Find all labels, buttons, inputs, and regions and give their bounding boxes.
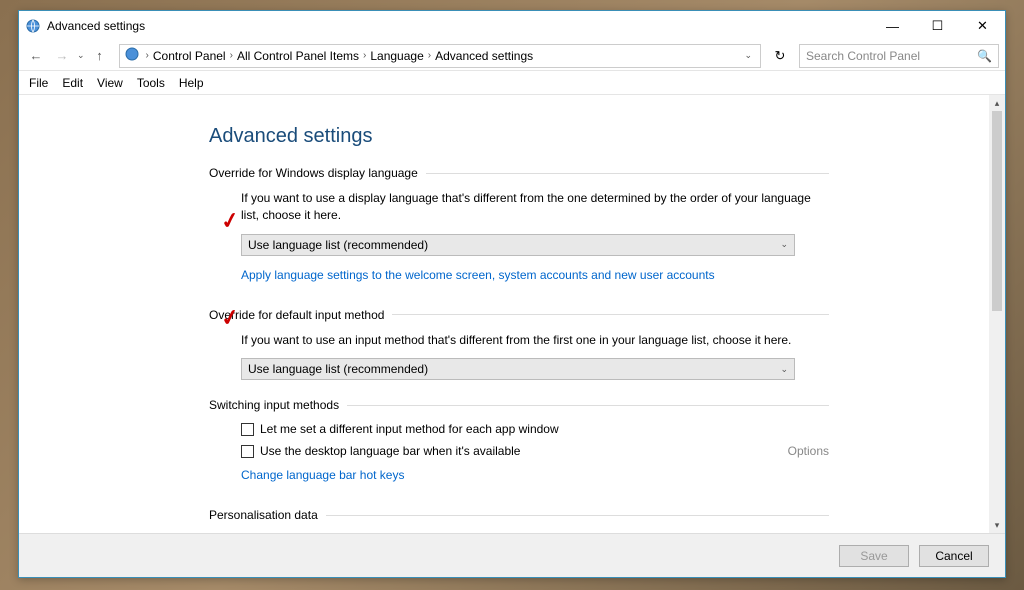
breadcrumb-segment[interactable]: Advanced settings (433, 49, 535, 63)
display-language-dropdown[interactable]: Use language list (recommended) ⌄ (241, 234, 795, 256)
dropdown-value: Use language list (recommended) (248, 238, 780, 252)
checkbox-label: Use the desktop language bar when it's a… (260, 444, 520, 458)
checkbox-icon (241, 423, 254, 436)
checkbox-label: Let me set a different input method for … (260, 422, 559, 436)
checkbox-icon (241, 445, 254, 458)
menubar: File Edit View Tools Help (19, 71, 1005, 95)
search-icon: 🔍 (977, 49, 992, 63)
chevron-right-icon: › (426, 50, 433, 61)
menu-file[interactable]: File (23, 74, 54, 92)
section-title: Personalisation data (209, 508, 326, 522)
close-button[interactable]: ✕ (960, 11, 1005, 41)
breadcrumb-segment[interactable]: Language (368, 49, 425, 63)
scroll-down-icon[interactable]: ▾ (989, 517, 1005, 533)
hotkeys-link[interactable]: Change language bar hot keys (241, 468, 404, 482)
chevron-down-icon: ⌄ (780, 239, 788, 250)
apply-welcome-link[interactable]: Apply language settings to the welcome s… (241, 268, 715, 282)
breadcrumb-segment[interactable]: Control Panel (151, 49, 228, 63)
menu-help[interactable]: Help (173, 74, 210, 92)
footer: Save Cancel (19, 533, 1005, 577)
titlebar: Advanced settings — ☐ ✕ (19, 11, 1005, 41)
nav-back-button[interactable]: ← (25, 45, 47, 67)
section-description: This data is only used for improving han… (241, 532, 829, 533)
section-title: Override for Windows display language (209, 166, 426, 180)
breadcrumb-dropdown[interactable]: ⌄ (740, 50, 756, 61)
checkbox-per-app[interactable]: Let me set a different input method for … (241, 422, 829, 436)
nav-history-dropdown[interactable]: ⌄ (77, 50, 85, 61)
section-switching: Switching input methods Let me set a dif… (209, 398, 829, 490)
section-description: If you want to use a display language th… (241, 190, 829, 224)
page-title: Advanced settings (209, 125, 829, 148)
dropdown-value: Use language list (recommended) (248, 362, 780, 376)
menu-tools[interactable]: Tools (131, 74, 171, 92)
section-input-method: Override for default input method If you… (209, 308, 829, 381)
menu-view[interactable]: View (91, 74, 129, 92)
breadcrumb-bar[interactable]: › Control Panel › All Control Panel Item… (119, 44, 761, 68)
window: Advanced settings — ☐ ✕ ← → ⌄ ↑ › Contro… (18, 10, 1006, 578)
breadcrumb-icon (124, 46, 140, 65)
input-method-dropdown[interactable]: Use language list (recommended) ⌄ (241, 358, 795, 380)
navbar: ← → ⌄ ↑ › Control Panel › All Control Pa… (19, 41, 1005, 71)
search-input[interactable]: Search Control Panel 🔍 (799, 44, 999, 68)
save-button[interactable]: Save (839, 545, 909, 567)
refresh-button[interactable]: ↻ (769, 48, 791, 64)
chevron-right-icon: › (144, 50, 151, 61)
nav-up-button[interactable]: ↑ (89, 45, 111, 67)
section-display-language: Override for Windows display language If… (209, 166, 829, 290)
section-personalisation: Personalisation data This data is only u… (209, 508, 829, 533)
nav-forward-button[interactable]: → (51, 45, 73, 67)
section-title: Override for default input method (209, 308, 392, 322)
checkbox-desktop-langbar[interactable]: Use the desktop language bar when it's a… (241, 444, 829, 458)
window-controls: — ☐ ✕ (870, 11, 1005, 41)
section-description: If you want to use an input method that'… (241, 332, 829, 349)
chevron-down-icon: ⌄ (780, 364, 788, 375)
chevron-right-icon: › (361, 50, 368, 61)
chevron-right-icon: › (228, 50, 235, 61)
section-title: Switching input methods (209, 398, 347, 412)
search-placeholder: Search Control Panel (806, 49, 977, 63)
minimize-button[interactable]: — (870, 11, 915, 41)
content-area: ✓ ✓ Advanced settings Override for Windo… (19, 95, 1005, 533)
content-scroll: ✓ ✓ Advanced settings Override for Windo… (19, 95, 989, 533)
maximize-button[interactable]: ☐ (915, 11, 960, 41)
window-title: Advanced settings (47, 19, 870, 33)
scroll-up-icon[interactable]: ▴ (989, 95, 1005, 111)
options-link[interactable]: Options (520, 444, 829, 458)
page: Advanced settings Override for Windows d… (209, 125, 829, 533)
breadcrumb-segment[interactable]: All Control Panel Items (235, 49, 361, 63)
app-icon (25, 18, 41, 34)
scrollbar[interactable]: ▴ ▾ (989, 95, 1005, 533)
menu-edit[interactable]: Edit (56, 74, 89, 92)
scroll-thumb[interactable] (992, 111, 1002, 311)
cancel-button[interactable]: Cancel (919, 545, 989, 567)
